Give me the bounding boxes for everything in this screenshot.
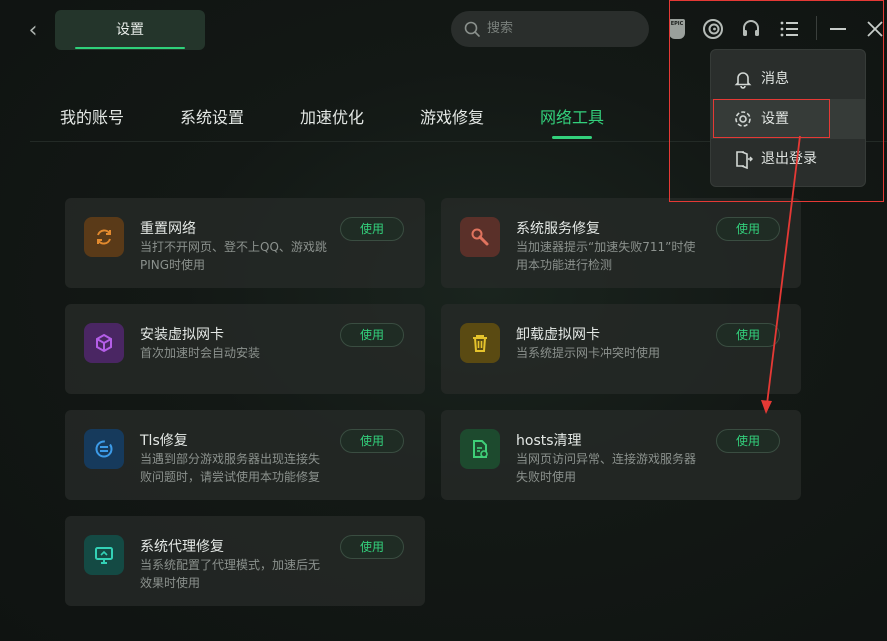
tool-title: 安装虚拟网卡 bbox=[140, 327, 224, 343]
use-button[interactable]: 使用 bbox=[716, 429, 780, 453]
search-icon bbox=[464, 21, 480, 37]
tool-title: 系统代理修复 bbox=[140, 539, 224, 555]
monitor-icon bbox=[84, 535, 124, 575]
tab-game-repair[interactable]: 游戏修复 bbox=[420, 104, 484, 128]
tool-desc: 当遇到部分游戏服务器出现连接失败问题时，请尝试使用本功能修复 bbox=[140, 452, 321, 484]
search-box[interactable]: 搜索 bbox=[451, 11, 649, 47]
settings-title-label: 设置 bbox=[116, 22, 144, 38]
tool-title: 卸载虚拟网卡 bbox=[516, 327, 600, 343]
use-button[interactable]: 使用 bbox=[340, 323, 404, 347]
tab-my-account[interactable]: 我的账号 bbox=[60, 104, 124, 128]
sync-icon bbox=[84, 429, 124, 469]
tool-card-reset-network: 重置网络 当打不开网页、登不上QQ、游戏跳PING时使用 使用 bbox=[65, 198, 425, 288]
title-tab-underline bbox=[75, 47, 185, 49]
tool-title: Tls修复 bbox=[140, 433, 188, 449]
tool-title: 系统服务修复 bbox=[516, 221, 600, 237]
tool-desc: 当网页访问异常、连接游戏服务器失败时使用 bbox=[516, 452, 697, 484]
active-tab-indicator bbox=[552, 136, 592, 139]
tool-desc: 当系统提示网卡冲突时使用 bbox=[516, 346, 661, 360]
search-placeholder: 搜索 bbox=[487, 21, 514, 36]
tab-acceleration[interactable]: 加速优化 bbox=[300, 104, 364, 128]
tool-title: 重置网络 bbox=[140, 221, 196, 237]
annotation-settings-highlight bbox=[713, 99, 830, 138]
tab-system-settings[interactable]: 系统设置 bbox=[180, 104, 244, 128]
wrench-icon bbox=[460, 217, 500, 257]
use-button[interactable]: 使用 bbox=[716, 217, 780, 241]
tool-desc: 当系统配置了代理模式，加速后无效果时使用 bbox=[140, 558, 321, 590]
cube-icon bbox=[84, 323, 124, 363]
tool-card-uninstall-vnic: 卸载虚拟网卡 当系统提示网卡冲突时使用 使用 bbox=[441, 304, 801, 394]
tab-network-tools[interactable]: 网络工具 bbox=[540, 104, 604, 128]
refresh-icon bbox=[84, 217, 124, 257]
file-clean-icon bbox=[460, 429, 500, 469]
use-button[interactable]: 使用 bbox=[340, 429, 404, 453]
tool-desc: 首次加速时会自动安装 bbox=[140, 346, 261, 360]
tool-desc: 当加速器提示“加速失败711”时使用本功能进行检测 bbox=[516, 240, 696, 272]
use-button[interactable]: 使用 bbox=[716, 323, 780, 347]
tool-card-hosts-clean: hosts清理 当网页访问异常、连接游戏服务器失败时使用 使用 bbox=[441, 410, 801, 500]
tool-card-install-vnic: 安装虚拟网卡 首次加速时会自动安装 使用 bbox=[65, 304, 425, 394]
use-button[interactable]: 使用 bbox=[340, 217, 404, 241]
settings-title-tab[interactable]: 设置 bbox=[55, 10, 205, 50]
trash-icon bbox=[460, 323, 500, 363]
tool-card-service-repair: 系统服务修复 当加速器提示“加速失败711”时使用本功能进行检测 使用 bbox=[441, 198, 801, 288]
tool-desc: 当打不开网页、登不上QQ、游戏跳PING时使用 bbox=[140, 240, 327, 272]
use-button[interactable]: 使用 bbox=[340, 535, 404, 559]
back-button[interactable]: ‹ bbox=[22, 18, 44, 44]
tool-card-tls-repair: Tls修复 当遇到部分游戏服务器出现连接失败问题时，请尝试使用本功能修复 使用 bbox=[65, 410, 425, 500]
tool-title: hosts清理 bbox=[516, 433, 582, 449]
tool-card-proxy-repair: 系统代理修复 当系统配置了代理模式，加速后无效果时使用 使用 bbox=[65, 516, 425, 606]
